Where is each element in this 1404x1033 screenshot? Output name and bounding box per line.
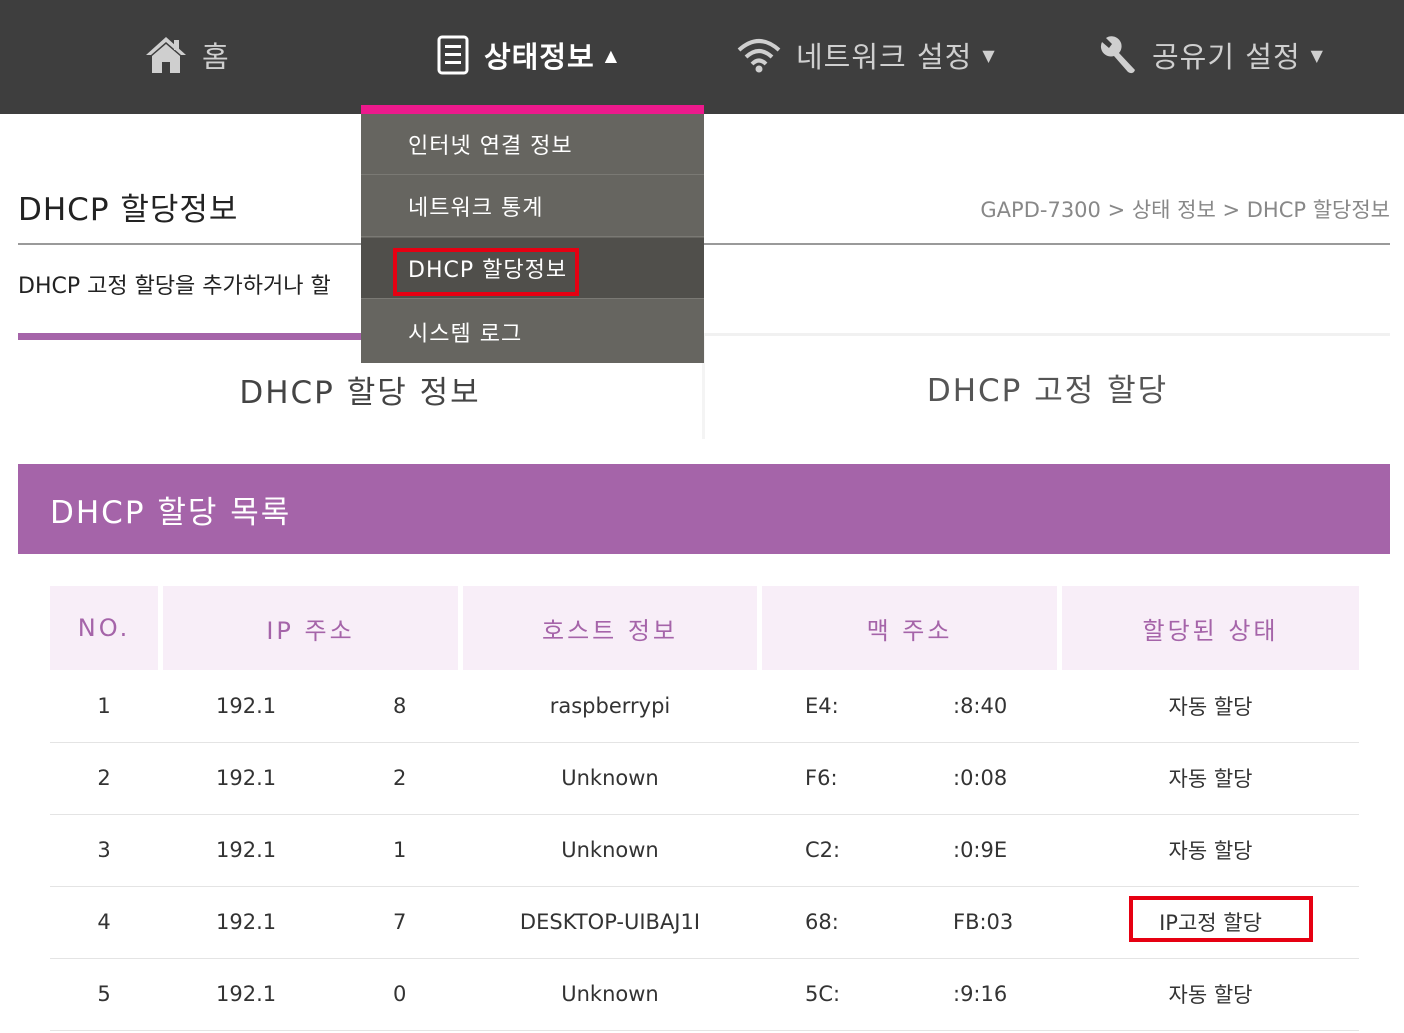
header-state: 할당된 상태 [1062,586,1359,670]
wrench-icon [1096,34,1138,76]
header-mac: 맥 주소 [762,586,1057,670]
cell-ip-prefix: 192.1 [216,694,277,718]
cell-mac-suffix: :0:08 [953,766,1008,790]
nav-router-label: 공유기 설정 [1152,40,1301,74]
wifi-icon [736,37,782,73]
table-row: 2 192.1 2 Unknown F6: :0:08 자동 할당 [50,742,1359,815]
header-no: NO. [50,586,158,670]
cell-ip-prefix: 192.1 [216,766,277,790]
cell-ip-prefix: 192.1 [216,982,277,1006]
nav-status[interactable]: 상태정보 ▲ [436,30,618,80]
header-host: 호스트 정보 [463,586,757,670]
cell-mac-suffix: :9:16 [953,982,1008,1006]
cell-no: 2 [97,766,111,790]
nav-home[interactable]: 홈 [144,30,230,80]
cell-host: Unknown [561,766,659,790]
top-nav-bar: 홈 상태정보 ▲ 네트워크 설정 ▼ 공유기 설정 ▼ [0,0,1404,114]
dropdown-accent-bar [361,105,704,114]
cell-ip-prefix: 192.1 [216,910,277,934]
highlight-box-static-state [1129,896,1313,942]
cell-no: 3 [97,838,111,862]
nav-home-label: 홈 [202,40,230,74]
cell-no: 1 [97,694,111,718]
table-row: 3 192.1 1 Unknown C2: :0:9E 자동 할당 [50,814,1359,887]
cell-ip-prefix: 192.1 [216,838,277,862]
cell-mac-prefix: 68: [805,910,839,934]
cell-ip-suffix: 0 [393,982,407,1006]
page-title: DHCP 할당정보 [18,192,239,228]
cell-mac-prefix: C2: [805,838,841,862]
home-icon [144,35,188,75]
cell-mac-suffix: FB:03 [953,910,1014,934]
caret-down-icon: ▼ [982,45,996,65]
menu-item-internet-info[interactable]: 인터넷 연결 정보 [361,114,704,175]
cell-host: Unknown [561,838,659,862]
cell-no: 4 [97,910,111,934]
cell-mac-prefix: E4: [805,694,839,718]
caret-down-icon: ▼ [1310,45,1324,65]
cell-host: DESKTOP-UIBAJ1I [519,910,701,934]
status-dropdown-menu: 인터넷 연결 정보 네트워크 통계 DHCP 할당정보 시스템 로그 [361,105,704,363]
cell-mac-suffix: :8:40 [953,694,1008,718]
document-icon [436,34,470,76]
cell-state: 자동 할당 [1168,983,1253,1007]
cell-host: raspberrypi [549,694,671,718]
cell-ip-suffix: 7 [393,910,407,934]
nav-network-label: 네트워크 설정 [796,40,973,74]
cell-ip-suffix: 2 [393,766,407,790]
cell-state: 자동 할당 [1168,839,1253,863]
page-description: DHCP 고정 할당을 추가하거나 할 [18,274,331,299]
cell-state: 자동 할당 [1168,767,1253,791]
cell-ip-suffix: 8 [393,694,407,718]
cell-ip-suffix: 1 [393,838,407,862]
cell-mac-suffix: :0:9E [953,838,1008,862]
nav-router[interactable]: 공유기 설정 ▼ [1096,30,1324,80]
cell-no: 5 [97,982,111,1006]
highlight-box-dhcp-menu [393,248,579,296]
cell-mac-prefix: F6: [805,766,838,790]
title-divider [18,243,1390,245]
tab-dhcp-static[interactable]: DHCP 고정 할당 [705,333,1390,439]
nav-network[interactable]: 네트워크 설정 ▼ [736,30,996,80]
menu-item-system-log[interactable]: 시스템 로그 [361,301,704,362]
breadcrumb: GAPD-7300 > 상태 정보 > DHCP 할당정보 [980,198,1390,222]
cell-mac-prefix: 5C: [805,982,841,1006]
header-ip: IP 주소 [163,586,458,670]
table-row: 1 192.1 8 raspberrypi E4: :8:40 자동 할당 [50,670,1359,743]
table-row: 5 192.1 0 Unknown 5C: :9:16 자동 할당 [50,958,1359,1031]
cell-state: 자동 할당 [1168,695,1253,719]
nav-status-label: 상태정보 [484,40,595,74]
cell-host: Unknown [561,982,659,1006]
caret-up-icon: ▲ [604,45,619,65]
menu-item-network-stats[interactable]: 네트워크 통계 [361,176,704,237]
section-header: DHCP 할당 목록 [18,464,1390,554]
